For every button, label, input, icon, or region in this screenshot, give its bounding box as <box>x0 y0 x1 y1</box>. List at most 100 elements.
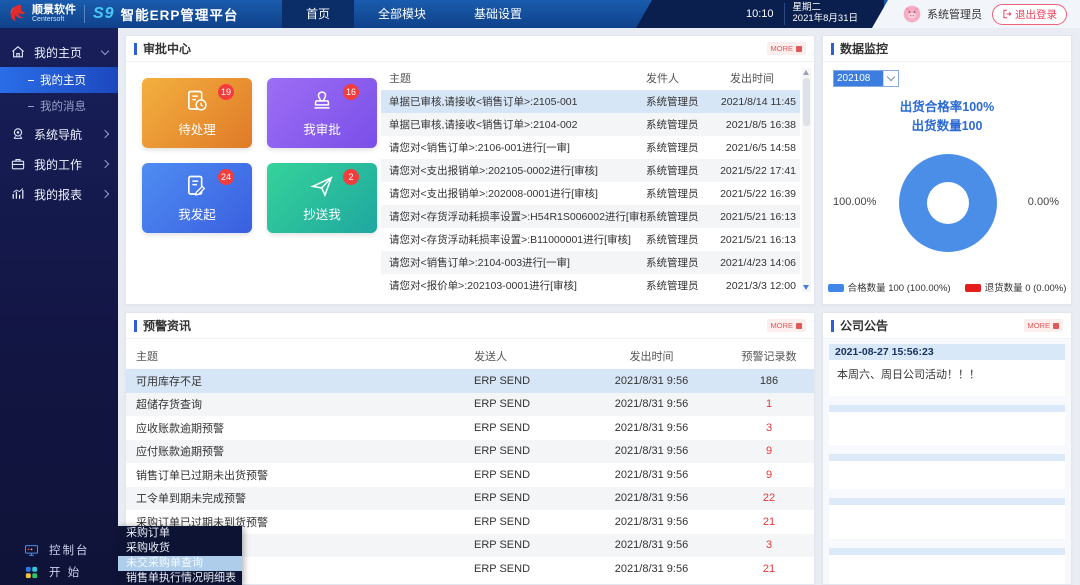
brand: 顺景软件 Centersoft S9 智能ERP管理平台 <box>6 0 238 28</box>
tab-home[interactable]: 首页 <box>282 0 354 28</box>
notice-empty-item <box>829 405 1065 445</box>
doc-clock-icon <box>183 88 211 116</box>
my-approvals-count-badge: 16 <box>343 84 359 100</box>
tile-pending[interactable]: 待处理 19 <box>142 78 252 148</box>
paper-plane-icon <box>308 173 336 201</box>
table-row[interactable]: 超储存货查询ERP SEND2021/8/31 9:561 <box>126 393 814 417</box>
product-name: 智能ERP管理平台 <box>121 4 239 24</box>
sidebar: 我的主页 我的主页 我的消息 系统导航 我的工作 我的报表 <box>0 28 118 585</box>
menu-item-open-purchase-query[interactable]: 未交采购单查询 <box>118 556 242 571</box>
panel-title-approval: 审批中心 <box>143 40 191 57</box>
table-row[interactable]: 工令单到期未完成预警ERP SEND2021/8/31 9:5622 <box>126 487 814 511</box>
chevron-right-icon <box>101 160 109 168</box>
table-row[interactable]: 单据已审核,请接收<销售订单>:2105-001系统管理员2021/8/14 1… <box>381 90 800 113</box>
notice-date: 2021-08-27 15:56:23 <box>829 344 1065 360</box>
chart-legend: 合格数量 100 (100.00%) 退货数量 0 (0.00%) <box>823 280 1071 294</box>
doc-edit-icon <box>183 173 211 201</box>
sidebar-item-my-home[interactable]: 我的主页 <box>0 37 118 67</box>
panel-title-notice: 公司公告 <box>840 317 888 334</box>
start-button[interactable]: 开 始 <box>0 561 118 583</box>
notice-empty-item <box>829 498 1065 539</box>
table-row[interactable]: 请您对<存货浮动耗损率设置>:B11000001进行[审核]系统管理员2021/… <box>381 228 800 251</box>
chevron-down-icon <box>101 46 109 54</box>
table-row[interactable]: 单据已审核,请接收<销售订单>:2104-002系统管理员2021/8/5 16… <box>381 113 800 136</box>
tile-initiated-by-me[interactable]: 我发起 24 <box>142 163 252 233</box>
current-user: 系统管理员 <box>927 6 982 22</box>
product-logo: S9 <box>93 5 115 23</box>
company-name-en: Centersoft <box>32 16 76 23</box>
tile-my-approvals[interactable]: 我审批 16 <box>267 78 377 148</box>
sidebar-subitem-my-messages[interactable]: 我的消息 <box>0 93 118 119</box>
company-notice-panel: 公司公告 MORE 2021-08-27 15:56:23 本周六、周日公司活动… <box>822 312 1072 585</box>
menu-item-sales-execution-report[interactable]: 销售单执行情况明细表 <box>118 571 242 585</box>
current-time: 10:10 <box>746 8 774 20</box>
menu-item-purchase-order[interactable]: 采购订单 <box>118 526 242 541</box>
main-content: 审批中心 MORE 待处理 19 我审批 16 <box>118 28 1080 585</box>
console-button[interactable]: 控制台 <box>0 539 118 561</box>
table-scrollbar[interactable] <box>802 68 811 292</box>
notice-more-button[interactable]: MORE <box>1024 319 1064 332</box>
table-row[interactable]: 销售订单已过期未出货预警ERP SEND2021/8/31 9:569 <box>126 463 814 487</box>
sidebar-item-my-work[interactable]: 我的工作 <box>0 149 118 179</box>
approval-more-button[interactable]: MORE <box>767 42 807 55</box>
sidebar-item-my-reports[interactable]: 我的报表 <box>0 179 118 209</box>
sidebar-subitem-my-home[interactable]: 我的主页 <box>0 67 118 93</box>
col-sender: 发送人 <box>474 348 579 364</box>
table-row[interactable]: 应付账款逾期预警ERP SEND2021/8/31 9:569 <box>126 440 814 464</box>
top-bar: 顺景软件 Centersoft S9 智能ERP管理平台 首页 全部模块 基础设… <box>0 0 1080 28</box>
col-subject: 主题 <box>126 348 474 364</box>
table-row[interactable]: 可用库存不足ERP SEND2021/8/31 9:56186 <box>126 369 814 393</box>
table-row[interactable]: 请您对<支出报销单>:202008-0001进行[审核]系统管理员2021/5/… <box>381 182 800 205</box>
legend-swatch-qualified <box>828 284 844 292</box>
company-name: 顺景软件 <box>32 5 76 16</box>
panel-title-alerts: 预警资讯 <box>143 317 191 334</box>
donut-left-label: 100.00% <box>833 196 876 208</box>
table-row[interactable]: 请您对<报价单>:202103-0001进行[审核]系统管理员2021/3/3 … <box>381 274 800 297</box>
donut-chart <box>899 154 997 252</box>
data-monitor-panel: 数据监控 202108 出货合格率100% 出货数量100 100.00% 0.… <box>822 35 1072 305</box>
approval-table: 主题 发件人 发出时间 单据已审核,请接收<销售订单>:2105-001系统管理… <box>381 66 800 297</box>
donut-right-label: 0.00% <box>1028 196 1059 208</box>
current-date: 2021年8月31日 <box>793 14 858 25</box>
user-section: 系统管理员 退出登录 <box>872 0 1080 28</box>
table-row[interactable]: 请您对<销售订单>:2106-001进行[一审]系统管理员2021/6/5 14… <box>381 136 800 159</box>
pending-count-badge: 19 <box>218 84 234 100</box>
notice-content: 本周六、周日公司活动！！！ <box>829 360 1065 396</box>
scrollbar-thumb[interactable] <box>803 78 810 126</box>
stamp-icon <box>308 88 336 116</box>
scroll-down-icon[interactable] <box>803 285 809 290</box>
table-row[interactable]: 应收账款逾期预警ERP SEND2021/8/31 9:563 <box>126 416 814 440</box>
more-icon <box>796 46 802 52</box>
tab-basic-settings[interactable]: 基础设置 <box>450 0 546 28</box>
col-send-time: 发出时间 <box>579 348 724 364</box>
table-row[interactable]: 请您对<销售订单>:2104-003进行[一审]系统管理员2021/4/23 1… <box>381 251 800 274</box>
tab-all-modules[interactable]: 全部模块 <box>354 0 450 28</box>
more-icon <box>796 323 802 329</box>
cc-count-badge: 2 <box>343 169 359 185</box>
chevron-down-icon <box>887 73 895 81</box>
pass-rate-headline: 出货合格率100% <box>823 98 1071 117</box>
logout-icon <box>1002 9 1012 19</box>
notice-item[interactable]: 2021-08-27 15:56:23 本周六、周日公司活动！！！ <box>829 344 1065 396</box>
avatar[interactable] <box>902 4 922 24</box>
table-row[interactable]: 请您对<支出报销单>:202105-0002进行[审核]系统管理员2021/5/… <box>381 159 800 182</box>
start-menu: 采购订单 采购收货 未交采购单查询 销售单执行情况明细表 <box>118 526 242 585</box>
period-select[interactable]: 202108 <box>833 70 899 87</box>
col-subject: 主题 <box>381 70 646 86</box>
col-send-time: 发出时间 <box>708 70 800 86</box>
logout-button[interactable]: 退出登录 <box>992 4 1067 25</box>
start-icon <box>24 565 39 580</box>
clock-section: 10:10 星期二 2021年8月31日 <box>636 0 884 28</box>
home-icon <box>10 44 26 60</box>
table-row[interactable]: 请您对<存货浮动耗损率设置>:H54R1S006002进行[审核]系统管理员20… <box>381 205 800 228</box>
notice-empty-item <box>829 454 1065 489</box>
main-nav-tabs: 首页 全部模块 基础设置 <box>282 0 546 28</box>
alerts-more-button[interactable]: MORE <box>767 319 807 332</box>
scroll-up-icon[interactable] <box>803 70 809 75</box>
sidebar-item-system-nav[interactable]: 系统导航 <box>0 119 118 149</box>
legend-swatch-returned <box>965 284 981 292</box>
more-icon <box>1053 323 1059 329</box>
chevron-right-icon <box>101 190 109 198</box>
tile-cc-to-me[interactable]: 抄送我 2 <box>267 163 377 233</box>
menu-item-purchase-receipt[interactable]: 采购收货 <box>118 541 242 556</box>
